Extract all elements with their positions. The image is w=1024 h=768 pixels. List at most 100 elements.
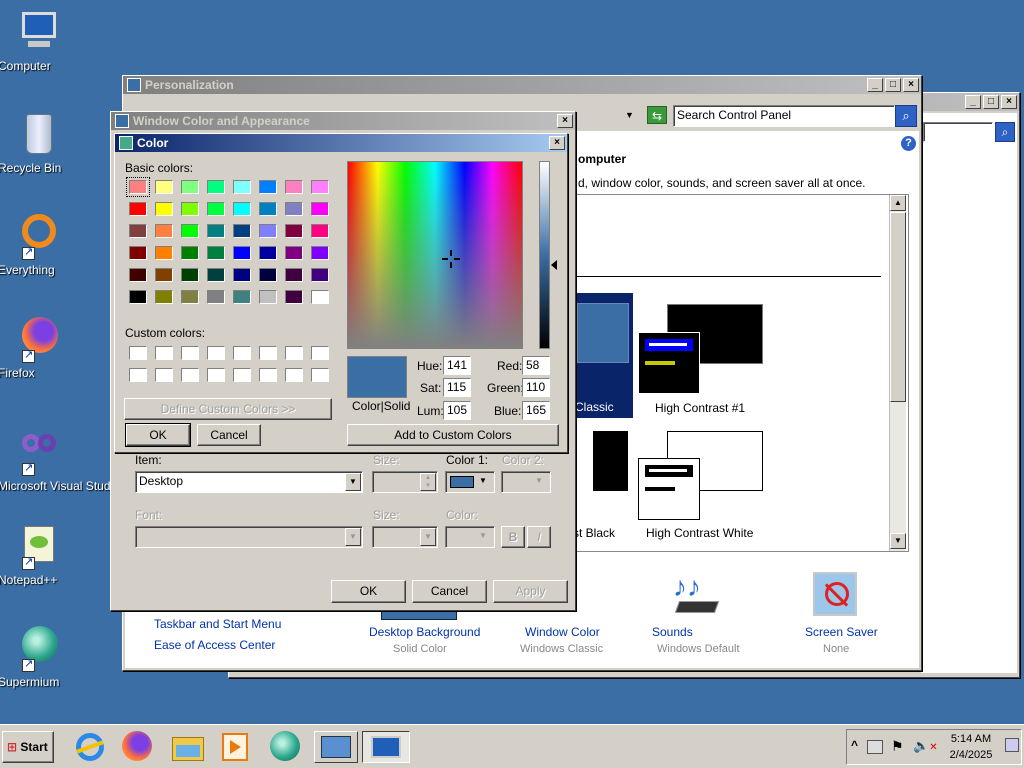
custom-color-swatch[interactable] — [155, 368, 173, 382]
blue-input[interactable]: 165 — [522, 401, 550, 420]
basic-color-swatch[interactable] — [311, 246, 329, 260]
desktop-icon-notepad-plus-plus[interactable]: Notepad++ — [0, 522, 78, 587]
internet-explorer-icon[interactable] — [72, 731, 106, 763]
basic-color-swatch[interactable] — [259, 202, 277, 216]
basic-color-swatch[interactable] — [233, 268, 251, 282]
scroll-thumb[interactable] — [890, 212, 906, 402]
help-icon[interactable]: ? — [901, 136, 916, 151]
custom-color-swatch[interactable] — [181, 346, 199, 360]
custom-color-swatch[interactable] — [311, 368, 329, 382]
close-button[interactable]: × — [903, 78, 919, 92]
color-titlebar[interactable]: Color × — [115, 134, 567, 152]
basic-color-swatch[interactable] — [311, 202, 329, 216]
scroll-up-arrow-icon[interactable]: ▲ — [890, 195, 906, 211]
show-hidden-icons-icon[interactable]: ^ — [851, 738, 858, 752]
volume-muted-icon[interactable]: 🔈✕ — [913, 738, 938, 754]
supermium-icon[interactable] — [268, 731, 302, 763]
maximize-button[interactable]: □ — [983, 95, 999, 109]
sat-input[interactable]: 115 — [443, 378, 471, 397]
custom-color-swatch[interactable] — [285, 368, 303, 382]
clock-date[interactable]: 2/4/2025 — [943, 749, 999, 761]
close-button[interactable]: × — [1001, 95, 1017, 109]
theme-high-contrast-1[interactable]: High Contrast #1 — [638, 304, 768, 419]
desktop-icon-recycle-bin[interactable]: Recycle Bin — [0, 110, 78, 175]
minimize-button[interactable]: _ — [867, 78, 883, 92]
basic-color-swatch[interactable] — [233, 246, 251, 260]
custom-color-swatch[interactable] — [207, 346, 225, 360]
desktop-icon-visual-studio[interactable]: Microsoft Visual Studio 2010 — [0, 428, 150, 493]
basic-color-swatch[interactable] — [207, 246, 225, 260]
basic-color-swatch[interactable] — [285, 224, 303, 238]
lum-input[interactable]: 105 — [443, 401, 471, 420]
close-button[interactable]: × — [549, 136, 565, 150]
basic-color-swatch[interactable] — [233, 202, 251, 216]
theme-high-contrast-white[interactable]: High Contrast White — [638, 431, 778, 543]
basic-color-swatch[interactable] — [155, 290, 173, 304]
action-center-flag-icon[interactable]: ⚑ — [891, 738, 904, 755]
desktop-icon-everything[interactable]: Everything — [0, 212, 78, 277]
custom-color-swatch[interactable] — [181, 368, 199, 382]
taskbar-start-menu-link[interactable]: Taskbar and Start Menu — [154, 617, 281, 631]
basic-color-swatch[interactable] — [311, 180, 329, 194]
basic-color-swatch[interactable] — [285, 246, 303, 260]
crosshair-icon[interactable] — [442, 250, 460, 268]
basic-color-swatch[interactable] — [207, 290, 225, 304]
firefox-icon[interactable] — [120, 731, 154, 763]
custom-color-swatch[interactable] — [129, 368, 147, 382]
personalization-titlebar[interactable]: Personalization _ □ × — [123, 76, 921, 94]
basic-color-swatch[interactable] — [181, 246, 199, 260]
file-explorer-icon[interactable] — [170, 731, 204, 763]
basic-color-swatch[interactable] — [285, 290, 303, 304]
ease-of-access-link[interactable]: Ease of Access Center — [154, 638, 275, 652]
sounds-link[interactable]: Sounds — [652, 625, 693, 639]
basic-color-swatch[interactable] — [311, 290, 329, 304]
basic-color-swatch[interactable] — [311, 268, 329, 282]
control-panel-icon[interactable] — [314, 731, 358, 763]
theme-list-scrollbar[interactable]: ▲ ▼ — [889, 195, 906, 551]
search-icon[interactable]: ⌕ — [995, 122, 1015, 142]
address-dropdown-arrow-icon[interactable]: ▼ — [625, 110, 634, 120]
appearance-ok-button[interactable]: OK — [331, 580, 406, 603]
custom-color-swatch[interactable] — [311, 346, 329, 360]
desktop-icon-firefox[interactable]: Firefox — [0, 315, 78, 380]
background-search-input[interactable] — [923, 122, 993, 142]
desktop-icon-computer[interactable]: Computer — [0, 8, 78, 73]
basic-color-swatch[interactable] — [233, 224, 251, 238]
hue-input[interactable]: 141 — [443, 356, 471, 375]
custom-color-swatch[interactable] — [233, 368, 251, 382]
add-to-custom-colors-button[interactable]: Add to Custom Colors — [347, 424, 559, 446]
desktop-icon-supermium[interactable]: Supermium — [0, 624, 78, 689]
basic-color-swatch[interactable] — [129, 246, 147, 260]
color1-picker[interactable]: ▼ — [445, 471, 495, 493]
basic-color-swatch[interactable] — [129, 202, 147, 216]
basic-color-swatch[interactable] — [155, 268, 173, 282]
basic-color-swatch[interactable] — [233, 180, 251, 194]
basic-color-swatch[interactable] — [259, 180, 277, 194]
search-input[interactable]: Search Control Panel — [673, 105, 895, 127]
network-icon[interactable] — [867, 740, 883, 754]
basic-color-swatch[interactable] — [155, 246, 173, 260]
custom-color-swatch[interactable] — [233, 346, 251, 360]
custom-color-swatch[interactable] — [259, 346, 277, 360]
desktop-background-link[interactable]: Desktop Background — [369, 625, 480, 639]
search-icon[interactable]: ⌕ — [895, 105, 917, 127]
appearance-titlebar[interactable]: Window Color and Appearance × — [111, 112, 575, 130]
luminance-arrow-icon[interactable] — [551, 260, 557, 270]
scroll-down-arrow-icon[interactable]: ▼ — [890, 533, 906, 549]
red-input[interactable]: 58 — [522, 356, 550, 375]
custom-color-swatch[interactable] — [129, 346, 147, 360]
basic-color-swatch[interactable] — [285, 268, 303, 282]
basic-color-swatch[interactable] — [181, 180, 199, 194]
basic-color-swatch[interactable] — [181, 202, 199, 216]
maximize-button[interactable]: □ — [885, 78, 901, 92]
basic-color-swatch[interactable] — [285, 180, 303, 194]
basic-color-swatch[interactable] — [207, 180, 225, 194]
basic-color-swatch[interactable] — [126, 177, 150, 197]
basic-color-swatch[interactable] — [181, 290, 199, 304]
screen-saver-link[interactable]: Screen Saver — [805, 625, 878, 639]
basic-color-swatch[interactable] — [233, 290, 251, 304]
basic-color-swatch[interactable] — [311, 224, 329, 238]
green-input[interactable]: 110 — [522, 378, 550, 397]
theme-classic[interactable]: Classic — [573, 293, 633, 418]
basic-color-swatch[interactable] — [207, 224, 225, 238]
